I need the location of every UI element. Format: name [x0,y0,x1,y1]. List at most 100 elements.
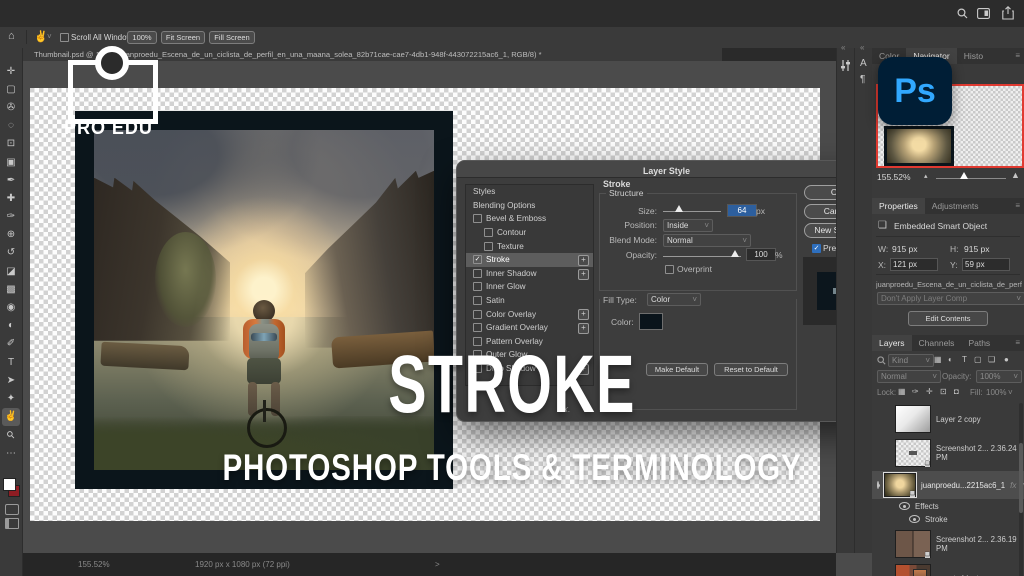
lock-position-icon[interactable]: ✛ [926,387,933,396]
status-chevron-icon[interactable]: > [435,560,440,569]
lock-all-icon[interactable]: ◘ [954,387,959,396]
screen-mode-button[interactable] [5,518,19,529]
dodge-tool[interactable]: ◐ [2,317,20,335]
eraser-tool[interactable]: ◪ [2,262,20,280]
gradient-overlay-add-icon[interactable]: + [578,323,589,334]
pen-tool[interactable]: ✐ [2,335,20,353]
fit-screen-button[interactable]: Fit Screen [161,31,205,44]
clone-stamp-tool[interactable]: ⊕ [2,226,20,244]
navigator-zoom-thumb[interactable] [960,172,968,179]
hand-preset-chevron-icon[interactable]: ˅ [47,32,52,41]
status-zoom[interactable]: 155.52% [78,560,110,569]
overprint-checkbox[interactable] [665,265,674,274]
size-slider-thumb[interactable] [675,205,683,212]
paragraph-panel-icon[interactable]: ¶ [860,74,865,85]
shape-tool[interactable]: ✦ [2,389,20,407]
stroke-effect-visibility-icon[interactable] [909,515,920,523]
quick-mask-button[interactable] [5,504,19,515]
style-item-inner-glow[interactable]: Inner Glow [466,280,593,294]
tab-properties[interactable]: Properties [872,198,925,214]
style-item-blending-options[interactable]: Blending Options [466,199,593,213]
scroll-all-windows-checkbox[interactable] [60,33,69,42]
hand-tool-preset-icon[interactable]: ✌ [34,30,48,43]
photo-layer[interactable] [75,111,453,489]
style-item-contour[interactable]: Contour [466,226,593,240]
layers-scrollbar[interactable] [1019,403,1023,576]
layer-row-screenshot-2619[interactable]: ❏ Screenshot 2... 2.36.19 PM [872,528,1024,560]
layer-comp-select[interactable]: Don't Apply Layer Comp ˅ [877,292,1024,305]
quick-selection-tool[interactable]: ◌ [2,117,20,135]
gradient-tool[interactable]: ▩ [2,280,20,298]
opacity-slider[interactable] [663,256,741,257]
effects-visibility-icon[interactable] [899,502,910,510]
layer2copy-thumbnail[interactable] [895,405,931,433]
texture-checkbox[interactable] [484,242,493,251]
blend-mode-select[interactable]: Normal˅ [663,234,751,247]
style-item-texture[interactable]: Texture [466,239,593,253]
navigator-zoom-out-icon[interactable]: ▴ [924,172,928,180]
zoom-100-button[interactable]: 100% [127,31,157,44]
navigator-zoom-slider[interactable] [936,178,1006,179]
preview-checkbox[interactable]: ✓ [812,244,821,253]
filter-type-icon[interactable]: T [962,355,967,364]
share-icon[interactable] [1002,6,1014,20]
home-icon[interactable]: ⌂ [8,30,15,42]
position-select[interactable]: Inside˅ [663,219,713,232]
style-item-inner-shadow[interactable]: Inner Shadow+ [466,267,593,281]
move-tool[interactable]: ✛ [2,62,20,80]
marquee-tool[interactable]: ▢ [2,80,20,98]
filter-pixel-icon[interactable]: ▦ [934,355,942,364]
history-brush-tool[interactable]: ↺ [2,244,20,262]
inner-shadow-checkbox[interactable] [473,269,482,278]
inner-glow-checkbox[interactable] [473,282,482,291]
color-overlay-add-icon[interactable]: + [578,309,589,320]
character-panel-icon[interactable]: A [860,58,867,69]
path-selection-tool[interactable]: ➤ [2,371,20,389]
gradient-overlay-checkbox[interactable] [473,323,482,332]
inner-shadow-add-icon[interactable]: + [578,269,589,280]
crop-tool[interactable]: ⊡ [2,135,20,153]
layer-row-smart-object[interactable]: smart object [872,562,1024,576]
fill-screen-button[interactable]: Fill Screen [209,31,255,44]
tab-history[interactable]: Histo [957,48,990,64]
lock-pixels-icon[interactable]: ✑ [912,387,919,396]
filter-toggle-icon[interactable]: ● [1004,355,1009,364]
edit-contents-button[interactable]: Edit Contents [908,311,988,326]
tab-adjustments[interactable]: Adjustments [925,198,986,214]
layers-filter-select[interactable]: Kind ˅ [888,354,934,367]
layer-row-effects[interactable]: Effects [872,500,1024,512]
bevel-emboss-checkbox[interactable] [473,214,482,223]
brush-tool[interactable]: ✑ [2,208,20,226]
collapse-icon-2[interactable]: « [860,43,864,52]
opacity-slider-thumb[interactable] [731,250,739,257]
navigator-zoom-in-icon[interactable]: ▲ [1011,170,1020,180]
lock-artboard-icon[interactable]: ⊡ [940,387,947,396]
tab-layers[interactable]: Layers [872,335,912,351]
stroke-checkbox[interactable]: ✓ [473,255,482,264]
workspace-icon[interactable] [977,8,990,19]
x-value-field[interactable]: 121 px [890,258,938,271]
filter-adjustment-icon[interactable]: ◐ [948,355,953,364]
layer-fx-icon[interactable]: fx [1010,481,1016,490]
navigator-menu-icon[interactable]: ≡ [1015,51,1020,60]
filter-shape-icon[interactable]: ▢ [974,355,982,364]
stroke-color-swatch[interactable] [639,313,663,330]
eyedropper-tool[interactable]: ✒ [2,171,20,189]
foreground-color-swatch[interactable] [3,478,16,491]
layers-blend-mode-select[interactable]: Normal ˅ [877,370,941,383]
tab-channels[interactable]: Channels [912,335,962,351]
collapse-icon[interactable]: « [841,43,845,52]
size-value-field[interactable]: 64 [727,204,757,217]
satin-checkbox[interactable] [473,296,482,305]
blur-tool[interactable]: ◉ [2,298,20,316]
layers-opacity-select[interactable]: 100% ˅ [976,370,1022,383]
lock-transparency-icon[interactable]: ▦ [898,387,906,396]
style-item-satin[interactable]: Satin [466,294,593,308]
search-icon[interactable] [957,8,968,19]
filter-smart-object-icon[interactable]: ❏ [988,355,995,364]
healing-brush-tool[interactable]: ✚ [2,189,20,207]
y-value-field[interactable]: 59 px [962,258,1010,271]
layer-row-layer2copy[interactable]: Layer 2 copy [872,403,1024,435]
properties-menu-icon[interactable]: ≡ [1015,201,1020,210]
stroke-add-icon[interactable]: + [578,255,589,266]
